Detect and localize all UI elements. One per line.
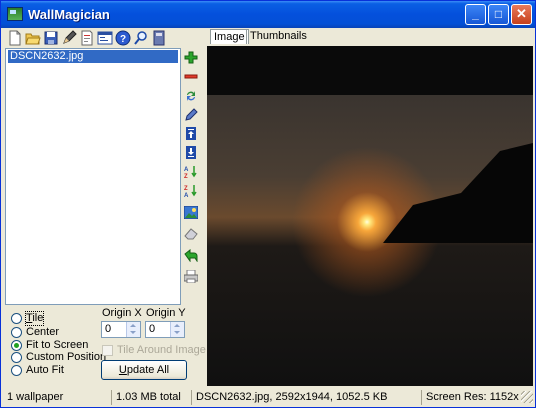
update-all-button[interactable]: Update All <box>101 360 187 380</box>
document-icon[interactable] <box>79 30 95 46</box>
help-icon[interactable]: ? <box>115 30 131 46</box>
position-options-panel: Tile Center Fit to Screen Custom Positio… <box>1 305 206 393</box>
svg-text:Z: Z <box>184 186 188 192</box>
move-top-icon[interactable] <box>184 127 198 140</box>
tile-around-image-label: Tile Around Image <box>117 344 206 356</box>
radio-label: Tile <box>24 311 45 326</box>
window-title: WallMagician <box>28 7 110 22</box>
radio-label: Center <box>26 326 60 338</box>
search-tool-icon[interactable] <box>133 30 149 46</box>
radio-button[interactable] <box>11 313 22 324</box>
radio-label: Custom Position <box>26 351 107 363</box>
main-toolbar: ? <box>4 28 181 48</box>
spin-arrows-icon[interactable] <box>126 322 140 337</box>
origin-x-spinner[interactable]: 0 <box>101 321 141 338</box>
status-bar: 1 wallpaper 1.03 MB total DSCN2632.jpg, … <box>1 387 535 407</box>
close-button[interactable]: ✕ <box>511 4 532 25</box>
app-icon[interactable] <box>7 7 23 21</box>
book-icon[interactable] <box>151 30 167 46</box>
svg-text:Z: Z <box>184 174 188 178</box>
radio-label: Auto Fit <box>26 364 64 376</box>
list-item[interactable]: DSCN2632.jpg <box>8 50 178 63</box>
back-arrow-icon[interactable] <box>184 249 198 262</box>
status-screen-res: Screen Res: 1152x864, <box>421 390 519 405</box>
sort-desc-icon[interactable]: ZA <box>184 184 198 197</box>
spin-arrows-icon[interactable] <box>170 322 184 337</box>
open-folder-icon[interactable] <box>25 30 41 46</box>
sort-asc-icon[interactable]: AZ <box>184 165 198 178</box>
tab-image[interactable]: Image <box>210 29 249 44</box>
radio-button[interactable] <box>11 340 22 351</box>
status-wallpaper-count: 1 wallpaper <box>7 391 64 403</box>
side-toolbar: AZ ZA <box>182 48 200 288</box>
svg-text:A: A <box>184 193 189 197</box>
status-total-size: 1.03 MB total <box>111 390 189 405</box>
origin-x-label: Origin X <box>102 307 142 319</box>
svg-text:?: ? <box>120 34 126 45</box>
edit-icon[interactable] <box>184 108 198 121</box>
tab-thumbnails[interactable]: Thumbnails <box>246 29 310 44</box>
radio-button[interactable] <box>11 327 22 338</box>
radio-button[interactable] <box>11 352 22 363</box>
wallpaper-file-list[interactable]: DSCN2632.jpg <box>5 48 181 305</box>
sunset-photo <box>207 95 533 386</box>
resize-grip-icon[interactable] <box>521 391 533 403</box>
origin-y-value[interactable]: 0 <box>149 323 155 335</box>
new-file-icon[interactable] <box>7 30 23 46</box>
refresh-icon[interactable] <box>184 89 198 102</box>
remove-icon[interactable] <box>184 70 198 83</box>
save-icon[interactable] <box>43 30 59 46</box>
origin-y-label: Origin Y <box>146 307 186 319</box>
tile-around-image-checkbox[interactable] <box>102 345 113 356</box>
title-bar[interactable]: WallMagician _ □ ✕ <box>1 1 535 28</box>
main-window: WallMagician _ □ ✕ ? DSCN2632.jpg AZ ZA <box>0 0 536 408</box>
origin-x-value[interactable]: 0 <box>105 323 111 335</box>
svg-text:A: A <box>184 167 189 173</box>
origin-y-spinner[interactable]: 0 <box>145 321 185 338</box>
move-bottom-icon[interactable] <box>184 146 198 159</box>
radio-button[interactable] <box>11 365 22 376</box>
eraser-icon[interactable] <box>184 227 198 240</box>
image-icon[interactable] <box>184 206 198 219</box>
add-icon[interactable] <box>184 51 198 64</box>
printer-icon[interactable] <box>184 270 198 283</box>
properties-icon[interactable] <box>97 30 113 46</box>
minimize-button[interactable]: _ <box>465 4 486 25</box>
edit-pencil-icon[interactable] <box>61 30 77 46</box>
view-tabs: Image Thumbnails <box>207 28 533 45</box>
image-preview <box>207 46 533 386</box>
maximize-button[interactable]: □ <box>488 4 509 25</box>
status-file-info: DSCN2632.jpg, 2592x1944, 1052.5 KB <box>191 390 419 405</box>
